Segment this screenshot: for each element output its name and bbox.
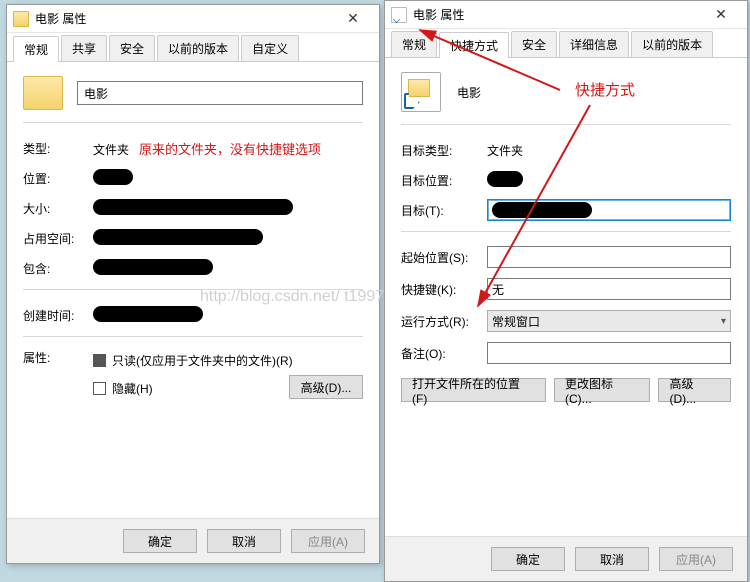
label-target-location: 目标位置:	[401, 172, 487, 189]
shortcut-key-input[interactable]: 无	[487, 278, 731, 300]
comment-input[interactable]	[487, 342, 731, 364]
open-file-location-button[interactable]: 打开文件所在的位置(F)	[401, 378, 546, 402]
tab-general[interactable]: 常规	[391, 31, 437, 57]
redacted-contains	[93, 259, 213, 275]
shortcut-icon	[391, 7, 407, 23]
label-comment: 备注(O):	[401, 345, 487, 362]
redacted-target-location	[487, 171, 523, 187]
run-dropdown[interactable]: 常规窗口 ▾	[487, 310, 731, 332]
label-run: 运行方式(R):	[401, 313, 487, 330]
folder-properties-dialog: 电影 属性 ✕ 常规 共享 安全 以前的版本 自定义 电影 类型: 文件夹 原来…	[6, 4, 380, 564]
label-target-type: 目标类型:	[401, 142, 487, 159]
tab-previous-versions[interactable]: 以前的版本	[157, 35, 239, 61]
value-target-type: 文件夹	[487, 142, 731, 159]
redacted-created	[93, 306, 203, 322]
redacted-target	[492, 202, 592, 218]
label-type: 类型:	[23, 140, 93, 157]
folder-large-icon	[23, 76, 63, 110]
cancel-button[interactable]: 取消	[575, 547, 649, 571]
chevron-down-icon: ▾	[721, 316, 726, 327]
tab-customize[interactable]: 自定义	[241, 35, 299, 61]
tab-content-shortcut: 电影 目标类型: 文件夹 目标位置: 目标(T): 起始位置(S): 快捷键(K…	[385, 58, 747, 412]
run-value: 常规窗口	[492, 313, 540, 330]
label-attributes: 属性:	[23, 349, 93, 366]
annotation-original-folder: 原来的文件夹，没有快捷键选项	[139, 142, 321, 157]
titlebar[interactable]: 电影 属性 ✕	[7, 5, 379, 33]
label-created: 创建时间:	[23, 307, 93, 324]
tab-sharing[interactable]: 共享	[61, 35, 107, 61]
close-button[interactable]: ✕	[333, 8, 373, 30]
tabstrip: 常规 共享 安全 以前的版本 自定义	[7, 33, 379, 62]
checkbox-readonly-label: 只读(仅应用于文件夹中的文件)(R)	[112, 352, 293, 369]
shortcut-name: 电影	[455, 80, 731, 105]
label-start-in: 起始位置(S):	[401, 249, 487, 266]
tab-previous-versions[interactable]: 以前的版本	[631, 31, 713, 57]
tab-security[interactable]: 安全	[109, 35, 155, 61]
shortcut-properties-dialog: 电影 属性 ✕ 常规 快捷方式 安全 详细信息 以前的版本 电影 目标类型: 文…	[384, 0, 748, 582]
window-title: 电影 属性	[35, 10, 333, 27]
label-size-on-disk: 占用空间:	[23, 230, 93, 247]
apply-button[interactable]: 应用(A)	[291, 529, 365, 553]
cancel-button[interactable]: 取消	[207, 529, 281, 553]
close-button[interactable]: ✕	[701, 4, 741, 26]
folder-icon	[13, 11, 29, 27]
checkbox-hidden-label: 隐藏(H)	[112, 380, 153, 397]
tabstrip: 常规 快捷方式 安全 详细信息 以前的版本	[385, 29, 747, 58]
redacted-size	[93, 199, 293, 215]
tab-details[interactable]: 详细信息	[559, 31, 629, 57]
name-input[interactable]: 电影	[77, 81, 363, 105]
checkbox-readonly[interactable]	[93, 354, 106, 367]
label-size: 大小:	[23, 200, 93, 217]
ok-button[interactable]: 确定	[123, 529, 197, 553]
value-type: 文件夹	[93, 143, 129, 157]
redacted-location	[93, 169, 133, 185]
redacted-size-on-disk	[93, 229, 263, 245]
ok-button[interactable]: 确定	[491, 547, 565, 571]
change-icon-button[interactable]: 更改图标(C)...	[554, 378, 650, 402]
tab-content-general: 电影 类型: 文件夹 原来的文件夹，没有快捷键选项 位置: 大小: 占用空间: …	[7, 62, 379, 409]
window-title: 电影 属性	[413, 6, 701, 23]
label-target: 目标(T):	[401, 202, 487, 219]
tab-general[interactable]: 常规	[13, 36, 59, 62]
target-input[interactable]	[487, 199, 731, 221]
titlebar[interactable]: 电影 属性 ✕	[385, 1, 747, 29]
shortcut-large-icon	[401, 72, 441, 112]
label-contains: 包含:	[23, 260, 93, 277]
advanced-button[interactable]: 高级(D)...	[658, 378, 731, 402]
label-shortcut-key: 快捷键(K):	[401, 281, 487, 298]
tab-shortcut[interactable]: 快捷方式	[439, 32, 509, 58]
apply-button[interactable]: 应用(A)	[659, 547, 733, 571]
tab-security[interactable]: 安全	[511, 31, 557, 57]
checkbox-hidden[interactable]	[93, 382, 106, 395]
start-in-input[interactable]	[487, 246, 731, 268]
label-location: 位置:	[23, 170, 93, 187]
